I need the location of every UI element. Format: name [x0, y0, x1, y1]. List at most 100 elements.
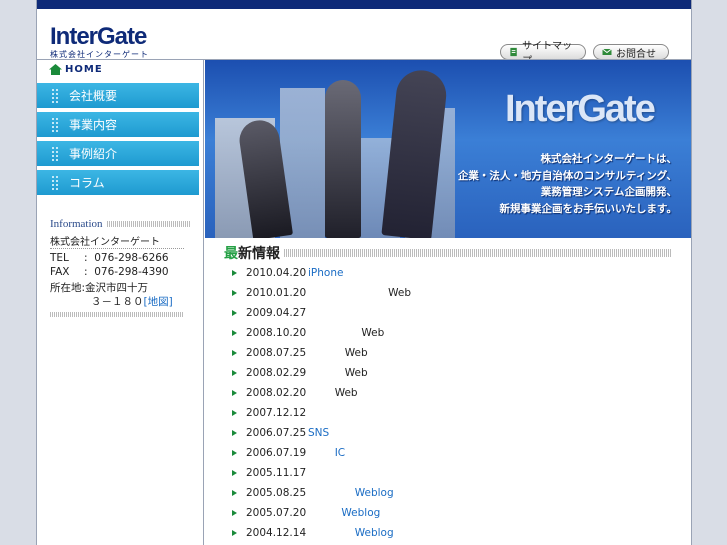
address-row: 所在地:金沢市四十万	[50, 280, 148, 295]
news-text[interactable]: Weblog	[355, 487, 394, 499]
address-line1: 金沢市四十万	[85, 282, 149, 294]
news-gap	[308, 367, 345, 379]
news-item[interactable]: 2008.10.20 Web	[232, 323, 672, 343]
info-heading-rule	[106, 221, 190, 227]
hero-banner: InterGate 株式会社インターゲートは、 企業・法人・地方自治体のコンサル…	[205, 60, 691, 238]
arrow-icon	[232, 470, 237, 476]
person-silhouette	[325, 80, 361, 238]
arrow-icon	[232, 350, 237, 356]
info-bottom-rule	[50, 312, 184, 317]
news-date: 2006.07.19	[246, 447, 307, 459]
site-logo[interactable]: InterGate	[50, 23, 147, 51]
sidebar-item-label: 会社概要	[69, 89, 118, 103]
news-item[interactable]: 2005.07.20 Weblog	[232, 503, 672, 523]
contact-button[interactable]: お問合せ	[593, 44, 669, 60]
news-text[interactable]: IC	[335, 447, 345, 459]
sidebar-item-label: コラム	[69, 176, 105, 190]
news-text: Web	[361, 327, 385, 339]
news-item[interactable]: 2010.04.20 iPhone	[232, 263, 672, 283]
news-date: 2006.07.25	[246, 427, 307, 439]
contact-label: お問合せ	[616, 48, 656, 60]
home-label: HOME	[65, 64, 103, 75]
news-item[interactable]: 2009.04.27	[232, 303, 672, 323]
dots-icon	[51, 87, 59, 104]
home-icon	[49, 64, 62, 75]
news-text[interactable]: Weblog	[341, 507, 380, 519]
arrow-icon	[232, 490, 237, 496]
news-date: 2004.12.14	[246, 527, 307, 539]
news-date: 2008.10.20	[246, 327, 307, 339]
home-link[interactable]: HOME	[49, 64, 103, 75]
dots-icon	[51, 116, 59, 133]
news-text[interactable]: SNS	[308, 427, 329, 439]
news-date: 2009.04.27	[246, 307, 307, 319]
news-text[interactable]: iPhone	[308, 267, 343, 279]
news-gap	[308, 387, 335, 399]
news-item[interactable]: 2006.07.19 IC	[232, 443, 672, 463]
tel-value: 076-298-6266	[94, 252, 169, 264]
news-text[interactable]: Weblog	[355, 527, 394, 539]
arrow-icon	[232, 450, 237, 456]
news-gap	[308, 527, 355, 539]
news-date: 2010.04.20	[246, 267, 307, 279]
fax-colon: :	[84, 266, 88, 278]
arrow-icon	[232, 410, 237, 416]
news-heading-rule	[284, 249, 672, 257]
arrow-icon	[232, 270, 237, 276]
info-heading-label: Information	[50, 218, 103, 230]
news-item[interactable]: 2008.07.25 Web	[232, 343, 672, 363]
sitemap-button[interactable]: サイトマップ	[500, 41, 586, 67]
info-heading: Information	[50, 218, 190, 230]
arrow-icon	[232, 510, 237, 516]
news-item[interactable]: 2010.01.20 Web	[232, 283, 672, 303]
news-item[interactable]: 2006.07.25 SNS	[232, 423, 672, 443]
document-icon	[510, 47, 517, 57]
news-date: 2010.01.20	[246, 287, 307, 299]
news-item[interactable]: 2008.02.29 Web	[232, 363, 672, 383]
news-gap	[308, 487, 355, 499]
tel-row: TEL: 076-298-6266	[50, 252, 169, 264]
hero-logo: InterGate	[505, 88, 656, 130]
address-key: 所在地:	[50, 282, 86, 294]
map-link[interactable]: [地図]	[144, 296, 173, 308]
sidebar-item-column[interactable]: コラム	[37, 170, 199, 197]
top-bar	[37, 0, 691, 9]
sidebar-item-company[interactable]: 会社概要	[37, 83, 199, 110]
fax-row: FAX: 076-298-4390	[50, 266, 169, 278]
news-item[interactable]: 2008.02.20 Web	[232, 383, 672, 403]
address-row-2: ３－１８０[地図]	[91, 294, 173, 309]
address-line2: ３－１８０	[91, 296, 144, 308]
tel-key: TEL	[50, 252, 69, 264]
sidebar-item-business[interactable]: 事業内容	[37, 112, 199, 139]
news-gap	[308, 447, 335, 459]
hero-line: 企業・法人・地方自治体のコンサルティング、	[457, 169, 677, 182]
fax-value: 076-298-4390	[94, 266, 169, 278]
news-date: 2005.11.17	[246, 467, 307, 479]
arrow-icon	[232, 390, 237, 396]
news-gap	[308, 507, 341, 519]
mail-icon	[602, 48, 612, 55]
news-text: Web	[344, 367, 368, 379]
news-text: Web	[388, 287, 412, 299]
dots-icon	[51, 174, 59, 191]
dots-icon	[51, 145, 59, 162]
news-gap	[308, 327, 361, 339]
sidebar-item-label: 事例紹介	[69, 147, 118, 161]
news-date: 2008.07.25	[246, 347, 307, 359]
news-item[interactable]: 2007.12.12	[232, 403, 672, 423]
hero-line: 株式会社インターゲートは、	[540, 153, 678, 165]
news-heading: 最新情報	[224, 243, 672, 263]
news-item[interactable]: 2005.08.25 Weblog	[232, 483, 672, 503]
hero-line: 業務管理システム企画開発、	[540, 186, 677, 198]
news-gap	[308, 347, 345, 359]
news-item[interactable]: 2004.12.14 Weblog	[232, 523, 672, 543]
hero-line: 新規事業企画をお手伝いいたします。	[499, 202, 677, 215]
arrow-icon	[232, 370, 237, 376]
news-item[interactable]: 2005.11.17	[232, 463, 672, 483]
divider	[50, 248, 184, 249]
news-heading-first: 最	[224, 246, 238, 262]
sidebar-item-cases[interactable]: 事例紹介	[37, 141, 199, 168]
news-date: 2005.07.20	[246, 507, 307, 519]
arrow-icon	[232, 330, 237, 336]
tel-colon: :	[84, 252, 88, 264]
